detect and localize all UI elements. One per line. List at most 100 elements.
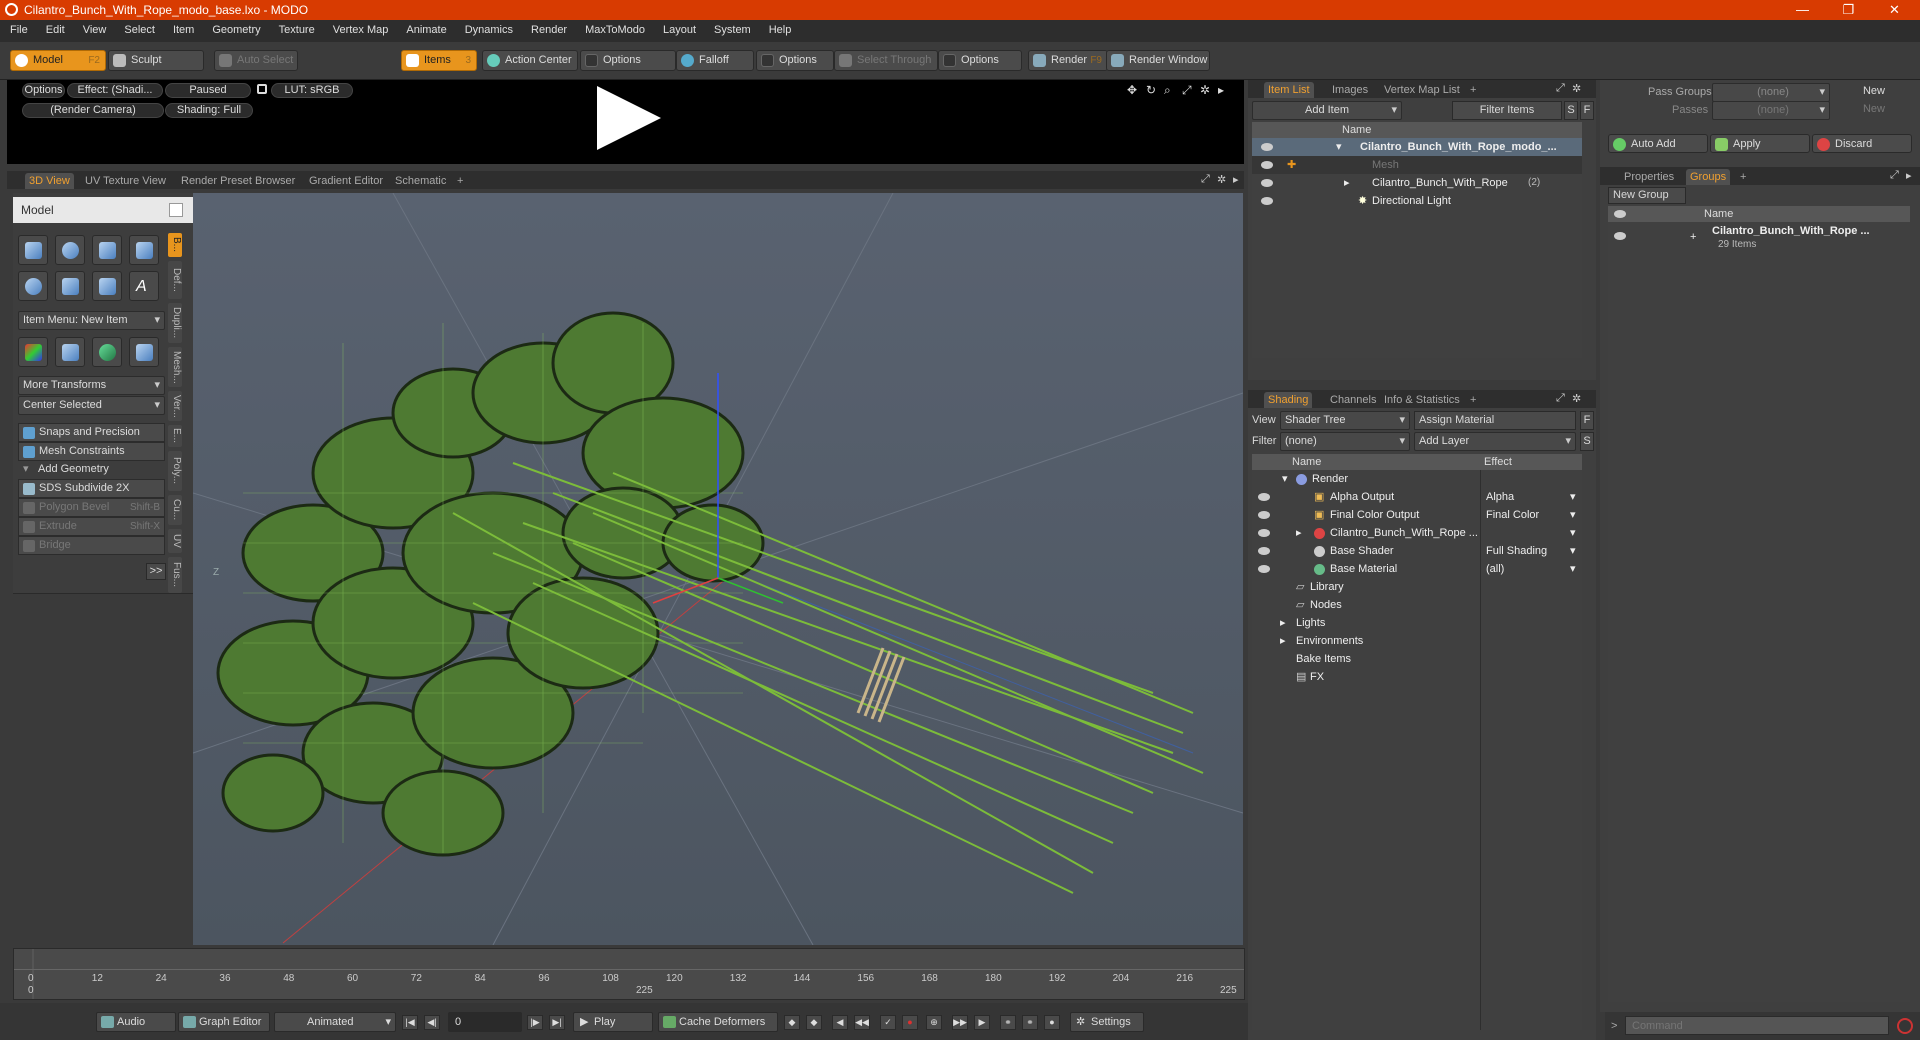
tab-gradient-editor[interactable]: Gradient Editor	[305, 173, 387, 189]
shading-dropdown[interactable]: Shading: Full	[165, 103, 253, 118]
add-layer-dropdown[interactable]: Add Layer	[1414, 432, 1576, 451]
options-icon[interactable]: ●	[1044, 1015, 1060, 1030]
chevron-down-icon[interactable]: ▾	[1570, 542, 1576, 560]
toolbox-close-icon[interactable]	[169, 203, 183, 217]
gear-icon[interactable]: ✲	[1200, 84, 1212, 96]
extrude-button[interactable]: Extrude Shift-X	[18, 517, 165, 536]
visibility-icon[interactable]	[1614, 232, 1626, 240]
view-dropdown[interactable]: Shader Tree	[1280, 411, 1410, 430]
shader-row-bake-items[interactable]: Bake Items	[1252, 650, 1582, 668]
visibility-icon[interactable]	[1258, 547, 1270, 555]
expand-icon[interactable]: ▸	[1344, 174, 1350, 192]
filter-dropdown[interactable]: (none)	[1280, 432, 1410, 451]
menu-system[interactable]: System	[704, 20, 759, 36]
list-item[interactable]: ✸ Directional Light	[1252, 192, 1582, 210]
previous-key-icon[interactable]: ◀|	[424, 1015, 440, 1030]
render-camera-dropdown[interactable]: (Render Camera)	[22, 103, 164, 118]
menu-render[interactable]: Render	[521, 20, 575, 36]
maximize-panel-icon[interactable]: ⤢	[1201, 173, 1210, 186]
render-window-button[interactable]: Render Window	[1106, 50, 1210, 71]
auto-add-button[interactable]: Auto Add	[1608, 134, 1708, 153]
maximize-icon[interactable]: ⤢	[1182, 84, 1194, 96]
sidetab-vertex[interactable]: Ver...	[168, 391, 182, 421]
key-selected-icon[interactable]: ◆	[806, 1015, 822, 1030]
polygon-bevel-button[interactable]: Polygon Bevel Shift-B	[18, 498, 165, 517]
tab-render-preset-browser[interactable]: Render Preset Browser	[177, 173, 299, 189]
lock-icon[interactable]	[257, 84, 267, 94]
cube-tool-icon[interactable]	[18, 235, 48, 265]
animated-dropdown[interactable]: Animated ▾	[274, 1012, 396, 1032]
menu-layout[interactable]: Layout	[653, 20, 704, 36]
visibility-icon[interactable]	[1258, 511, 1270, 519]
menu-geometry[interactable]: Geometry	[202, 20, 268, 36]
menu-file[interactable]: File	[0, 20, 36, 36]
shader-row-library[interactable]: ▱ Library	[1252, 578, 1582, 596]
tab-channels[interactable]: Channels	[1326, 392, 1380, 408]
rewind-icon[interactable]: ◀◀	[854, 1015, 870, 1030]
sidetab-polygon[interactable]: Poly...	[168, 451, 182, 491]
sculpt-mode-button[interactable]: Sculpt	[108, 50, 204, 71]
tab-3d-view[interactable]: 3D View	[25, 173, 74, 189]
chevron-down-icon[interactable]: ▾	[1570, 488, 1576, 506]
panel-gear-icon[interactable]: ✲	[1572, 82, 1581, 95]
action-center-options-button[interactable]: Options	[580, 50, 676, 71]
tab-info-statistics[interactable]: Info & Statistics	[1380, 392, 1464, 408]
apply-button[interactable]: Apply	[1710, 134, 1810, 153]
tab-shading[interactable]: Shading	[1264, 392, 1313, 408]
tab-vertex-map-list[interactable]: Vertex Map List	[1380, 82, 1464, 98]
cylinder-tool-icon[interactable]	[92, 235, 122, 265]
shader-row-fx[interactable]: ▤ FX	[1252, 668, 1582, 686]
torus-tool-icon[interactable]	[18, 271, 48, 301]
new-group-button[interactable]: New Group	[1608, 187, 1686, 204]
transform-tool-icon[interactable]	[18, 337, 48, 367]
preview-options-button[interactable]: Options	[22, 83, 65, 98]
sidetab-uv[interactable]: UV	[168, 529, 182, 553]
frame-field[interactable]: 0	[448, 1012, 522, 1032]
expand-icon[interactable]: ▾	[1282, 470, 1288, 488]
tab-item-list[interactable]: Item List	[1264, 82, 1314, 98]
menu-texture[interactable]: Texture	[269, 20, 323, 36]
menu-item[interactable]: Item	[163, 20, 202, 36]
command-input[interactable]	[1625, 1016, 1889, 1035]
link-icon[interactable]: ⚭	[1000, 1015, 1016, 1030]
shader-row-base-shader[interactable]: Base Shader Full Shading ▾	[1252, 542, 1582, 560]
menu-vertex-map[interactable]: Vertex Map	[323, 20, 397, 36]
group-item[interactable]: + Cilantro_Bunch_With_Rope ... 29 Items	[1608, 222, 1910, 258]
grid-tool-icon[interactable]	[55, 337, 85, 367]
add-tab-button[interactable]: +	[1466, 82, 1480, 98]
sidetab-deform[interactable]: Def...	[168, 261, 182, 299]
sidetab-edge[interactable]: E...	[168, 425, 182, 447]
passes-dropdown[interactable]: (none)	[1712, 101, 1830, 120]
lock-icon[interactable]: ✚	[1287, 156, 1296, 174]
filter-f-button[interactable]: F	[1580, 411, 1594, 430]
go-to-start-icon[interactable]: |◀	[402, 1015, 418, 1030]
play-preview-icon[interactable]	[597, 86, 661, 150]
menu-maxtomodo[interactable]: MaxToModo	[575, 20, 653, 36]
select-through-options-button[interactable]: Options	[938, 50, 1022, 71]
visibility-icon[interactable]	[1261, 143, 1273, 151]
paused-toggle[interactable]: Paused	[165, 83, 251, 98]
center-selected-dropdown[interactable]: Center Selected	[18, 396, 165, 415]
play-button[interactable]: ▶ Play	[573, 1012, 653, 1032]
cache-deformers-button[interactable]: Cache Deformers	[658, 1012, 778, 1032]
sphere-tool-icon[interactable]	[55, 235, 85, 265]
more-tools-button[interactable]: >>	[146, 563, 166, 580]
action-center-button[interactable]: Action Center	[482, 50, 578, 71]
list-item[interactable]: ▾ Cilantro_Bunch_With_Rope_modo_...	[1252, 138, 1582, 156]
move-icon[interactable]: ✥	[1127, 84, 1139, 96]
add-tab-button[interactable]: +	[1736, 169, 1750, 185]
falloff-button[interactable]: Falloff	[676, 50, 754, 71]
shader-row-final-color[interactable]: ▣ Final Color Output Final Color ▾	[1252, 506, 1582, 524]
maximize-panel-icon[interactable]: ⤢	[1556, 82, 1565, 95]
stop-icon[interactable]	[1897, 1018, 1913, 1034]
maximize-panel-icon[interactable]: ⤢	[1556, 392, 1565, 405]
sidetab-basic[interactable]: B...	[168, 233, 182, 257]
tab-uv-texture-view[interactable]: UV Texture View	[81, 173, 170, 189]
list-item[interactable]: ▸ Cilantro_Bunch_With_Rope (2)	[1252, 174, 1582, 192]
next-key-icon[interactable]: |▶	[527, 1015, 543, 1030]
add-item-dropdown[interactable]: Add Item	[1252, 101, 1402, 120]
expand-icon[interactable]: ▸	[1280, 632, 1286, 650]
menu-view[interactable]: View	[73, 20, 115, 36]
sds-subdivide-button[interactable]: SDS Subdivide 2X	[18, 479, 165, 498]
tab-schematic[interactable]: Schematic	[391, 173, 450, 189]
